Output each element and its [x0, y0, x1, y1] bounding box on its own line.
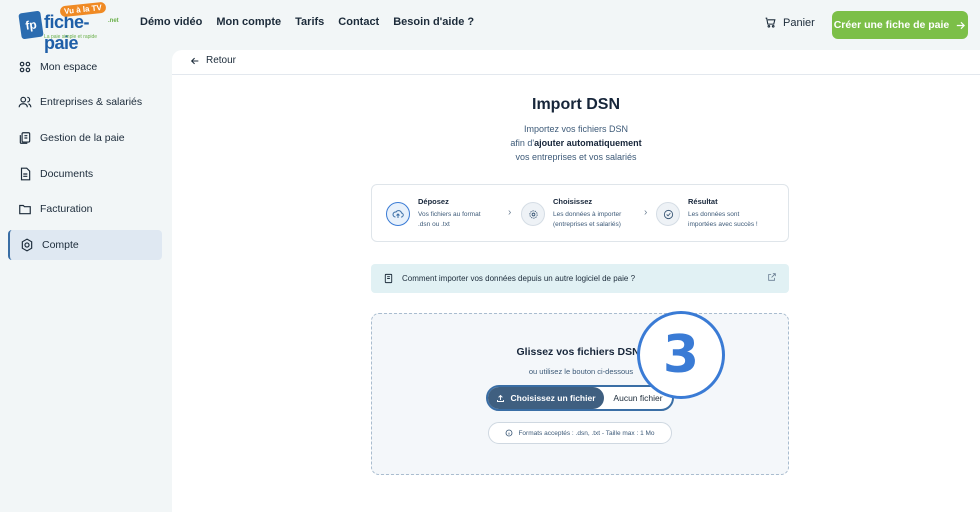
nav-mon-compte[interactable]: Mon compte	[216, 16, 281, 28]
page-subtitle: Importez vos fichiers DSN afin d'ajouter…	[172, 122, 980, 164]
logo-mark: fp	[18, 10, 44, 40]
choose-file-label: Choisissez un fichier	[510, 393, 596, 403]
step-choisissez: Choisissez Les données à importer (entre…	[521, 197, 621, 233]
upload-icon	[497, 394, 505, 402]
choose-file-button[interactable]: Choisissez un fichier	[488, 387, 604, 409]
page-title: Import DSN	[532, 96, 620, 113]
import-help-link[interactable]: Comment importer vos données depuis un a…	[371, 264, 789, 293]
sidebar-item-label: Gestion de la paie	[40, 132, 125, 144]
drop-subtitle: ou utilisez le bouton ci-dessous	[528, 367, 634, 376]
gear-icon	[21, 238, 33, 252]
documents-icon	[19, 132, 31, 144]
sidebar-item-gestion-paie[interactable]: Gestion de la paie	[8, 123, 162, 153]
nav-demo-video[interactable]: Démo vidéo	[140, 16, 202, 28]
step-desc-2: importées avec succès !	[688, 221, 758, 228]
logo-suffix: .net	[108, 18, 119, 24]
settings-icon	[521, 202, 545, 226]
grid-icon	[19, 61, 31, 73]
nav-besoin-aide[interactable]: Besoin d'aide ?	[393, 16, 474, 28]
chevron-right-icon: ›	[508, 207, 512, 218]
step-desc-1: Vos fichiers au format	[418, 211, 481, 218]
nav-contact[interactable]: Contact	[338, 16, 379, 28]
sidebar-item-label: Compte	[42, 239, 79, 251]
main-panel: Retour Import DSN Importez vos fichiers …	[172, 50, 980, 512]
chevron-right-icon: ›	[644, 207, 648, 218]
sidebar-item-label: Entreprises & salariés	[40, 96, 143, 108]
divider	[172, 74, 980, 75]
drop-title: Glissez vos fichiers DSN i	[516, 346, 646, 358]
step-desc-2: (entreprises et salariés)	[553, 221, 621, 228]
sidebar-item-label: Documents	[40, 168, 94, 180]
step-title: Résultat	[688, 197, 718, 206]
info-icon	[506, 429, 513, 437]
back-link[interactable]: Retour	[190, 55, 236, 66]
step-resultat: Résultat Les données sont importées avec…	[656, 197, 758, 233]
upload-cloud-icon	[386, 202, 410, 226]
sidebar-item-facturation[interactable]: Facturation	[8, 194, 162, 224]
cart-link[interactable]: Panier	[764, 16, 815, 29]
step-desc-1: Les données sont	[688, 211, 740, 218]
subtitle-bold: ajouter automatiquement	[534, 138, 642, 148]
subtitle-pre: afin d'	[510, 138, 535, 148]
back-label: Retour	[206, 55, 237, 66]
main-nav: Démo vidéo Mon compte Tarifs Contact Bes…	[140, 16, 474, 28]
create-payslip-button[interactable]: Créer une fiche de paie	[832, 11, 968, 39]
check-circle-icon	[656, 202, 680, 226]
info-text: Comment importer vos données depuis un a…	[402, 274, 636, 283]
sidebar-item-documents[interactable]: Documents	[8, 159, 162, 189]
external-link-icon	[768, 273, 776, 281]
cart-icon	[765, 17, 776, 28]
step-desc-2: .dsn ou .txt	[418, 221, 450, 228]
file-drop-zone[interactable]: Glissez vos fichiers DSN i ou utilisez l…	[371, 313, 789, 475]
step-desc-1: Les données à importer	[553, 211, 622, 218]
formats-text: Formats acceptés : .dsn, .txt - Taille m…	[518, 429, 655, 437]
step-deposez: Déposez Vos fichiers au format .dsn ou .…	[386, 197, 481, 233]
cta-label: Créer une fiche de paie	[833, 19, 950, 31]
step-title: Déposez	[418, 197, 449, 206]
step-number-badge: 3	[637, 311, 725, 399]
subtitle-line-3: vos entreprises et vos salariés	[515, 152, 637, 162]
sidebar-item-label: Mon espace	[40, 61, 98, 73]
cart-label: Panier	[783, 16, 815, 29]
file-input[interactable]: Choisissez un fichier Aucun fichier	[486, 385, 674, 411]
sidebar-item-entreprises[interactable]: Entreprises & salariés	[8, 87, 162, 117]
step-title: Choisissez	[553, 197, 593, 206]
subtitle-line-2: afin d'ajouter automatiquement	[172, 136, 980, 150]
sidebar: Mon espace Entreprises & salariés Gestio…	[0, 50, 172, 512]
steps-card: Déposez Vos fichiers au format .dsn ou .…	[371, 184, 789, 242]
sidebar-item-mon-espace[interactable]: Mon espace	[8, 52, 162, 82]
folder-icon	[19, 204, 31, 215]
arrow-left-icon	[190, 57, 199, 64]
subtitle-line-1: Importez vos fichiers DSN	[523, 124, 629, 134]
formats-info: Formats acceptés : .dsn, .txt - Taille m…	[488, 422, 672, 444]
nav-tarifs[interactable]: Tarifs	[295, 16, 324, 28]
logo[interactable]: fp fiche-paie Vu à la TV .net La paie si…	[18, 1, 120, 53]
sidebar-item-label: Facturation	[40, 203, 93, 215]
arrow-right-icon	[957, 21, 966, 29]
book-icon	[384, 273, 393, 284]
users-icon	[18, 96, 32, 108]
file-icon	[20, 167, 31, 181]
logo-tagline: La paie simple et rapide	[44, 34, 98, 40]
sidebar-item-compte[interactable]: Compte	[8, 230, 162, 260]
top-header: fp fiche-paie Vu à la TV .net La paie si…	[0, 0, 980, 53]
